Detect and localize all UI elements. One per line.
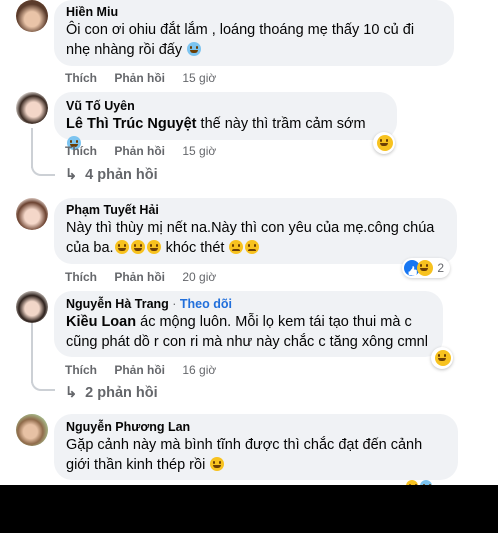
like-button[interactable]: Thích — [65, 71, 97, 85]
thread-line — [31, 323, 33, 383]
laughing-emoji-icon — [114, 240, 129, 254]
laughing-emoji-icon — [377, 135, 393, 151]
comment-bubble: Vũ Tố Uyên Lê Thì Trúc Nguyệt thế này th… — [54, 92, 397, 150]
laughing-emoji-icon — [130, 240, 145, 254]
reply-arrow-icon: ↳ — [65, 385, 78, 401]
avatar[interactable] — [16, 198, 48, 230]
reply-arrow-icon: ↳ — [65, 167, 78, 183]
comment-actions: Thích Phản hồi 15 giờ — [65, 71, 230, 85]
comment-time[interactable]: 16 giờ — [182, 363, 216, 377]
comment-bubble: Nguyễn Phương Lan Gặp cảnh này mà bình t… — [54, 414, 458, 480]
reaction-badge[interactable] — [431, 347, 453, 369]
reply-button[interactable]: Phản hồi — [114, 270, 165, 284]
mention-link[interactable]: Lê Thì Trúc Nguyệt — [66, 116, 197, 132]
comment-actions: Thích Phản hồi 16 giờ — [65, 363, 230, 377]
view-replies-link[interactable]: ↳ 2 phản hồi — [65, 385, 158, 401]
crying-emoji-icon — [187, 42, 202, 56]
sad-emoji-icon — [229, 240, 244, 254]
comment-bubble: Phạm Tuyết Hải Này thì thùy mị nết na.Nà… — [54, 198, 457, 264]
mention-link[interactable]: Kiều Loan — [66, 314, 136, 330]
comment-text: Kiều Loan ác mộng luôn. Mỗi lọ kem tái t… — [66, 314, 428, 350]
view-replies-link[interactable]: ↳ 4 phản hồi — [65, 167, 158, 183]
comment-text: Ôi con ơi ohiu đắt lắm , loáng thoáng mẹ… — [66, 22, 415, 58]
comment-bubble: Nguyễn Hà Trang · Theo dõi Kiều Loan ác … — [54, 291, 443, 357]
reaction-count: 2 — [437, 261, 445, 275]
comment-text: Gặp cảnh này mà bình tĩnh được thì chắc … — [66, 437, 423, 473]
comment-actions: Thích Phản hồi 20 giờ — [65, 270, 230, 284]
like-button[interactable]: Thích — [65, 144, 97, 158]
comment-time[interactable]: 15 giờ — [182, 71, 216, 85]
comment-actions: Thích Phản hồi 15 giờ — [65, 144, 230, 158]
author-name[interactable]: Nguyễn Hà Trang — [66, 297, 169, 311]
laughing-emoji-icon — [146, 240, 161, 254]
reply-button[interactable]: Phản hồi — [114, 144, 165, 158]
comment-time[interactable]: 15 giờ — [182, 144, 216, 158]
avatar[interactable] — [16, 414, 48, 446]
like-button[interactable]: Thích — [65, 363, 97, 377]
comment-bubble: Hiền Miu Ôi con ơi ohiu đắt lắm , loáng … — [54, 0, 454, 66]
laughing-emoji-icon — [210, 457, 225, 471]
comment-text: Này thì thùy mị nết na.Này thì con yêu c… — [66, 220, 435, 256]
comment-author[interactable]: Vũ Tố Uyên — [66, 98, 385, 114]
thread-curve — [31, 375, 55, 391]
like-button[interactable]: Thích — [65, 270, 97, 284]
reply-button[interactable]: Phản hồi — [114, 71, 165, 85]
laughing-emoji-icon — [435, 350, 451, 366]
comment-author[interactable]: Hiền Miu — [66, 4, 442, 20]
laughing-emoji-icon — [417, 260, 433, 276]
reaction-count-badge[interactable]: 2 — [402, 258, 451, 278]
black-overlay-bar — [0, 485, 498, 533]
avatar[interactable] — [16, 92, 48, 124]
follow-link[interactable]: Theo dõi — [180, 297, 232, 311]
comment-author[interactable]: Phạm Tuyết Hải — [66, 202, 445, 218]
reply-button[interactable]: Phản hồi — [114, 363, 165, 377]
comment-author: Nguyễn Hà Trang · Theo dõi — [66, 297, 232, 311]
sad-emoji-icon — [245, 240, 260, 254]
avatar[interactable] — [16, 0, 48, 32]
comment-time[interactable]: 20 giờ — [182, 270, 216, 284]
thread-curve — [31, 160, 55, 176]
comment-author[interactable]: Nguyễn Phương Lan — [66, 419, 446, 435]
reaction-badge[interactable] — [373, 132, 395, 154]
avatar[interactable] — [16, 291, 48, 323]
